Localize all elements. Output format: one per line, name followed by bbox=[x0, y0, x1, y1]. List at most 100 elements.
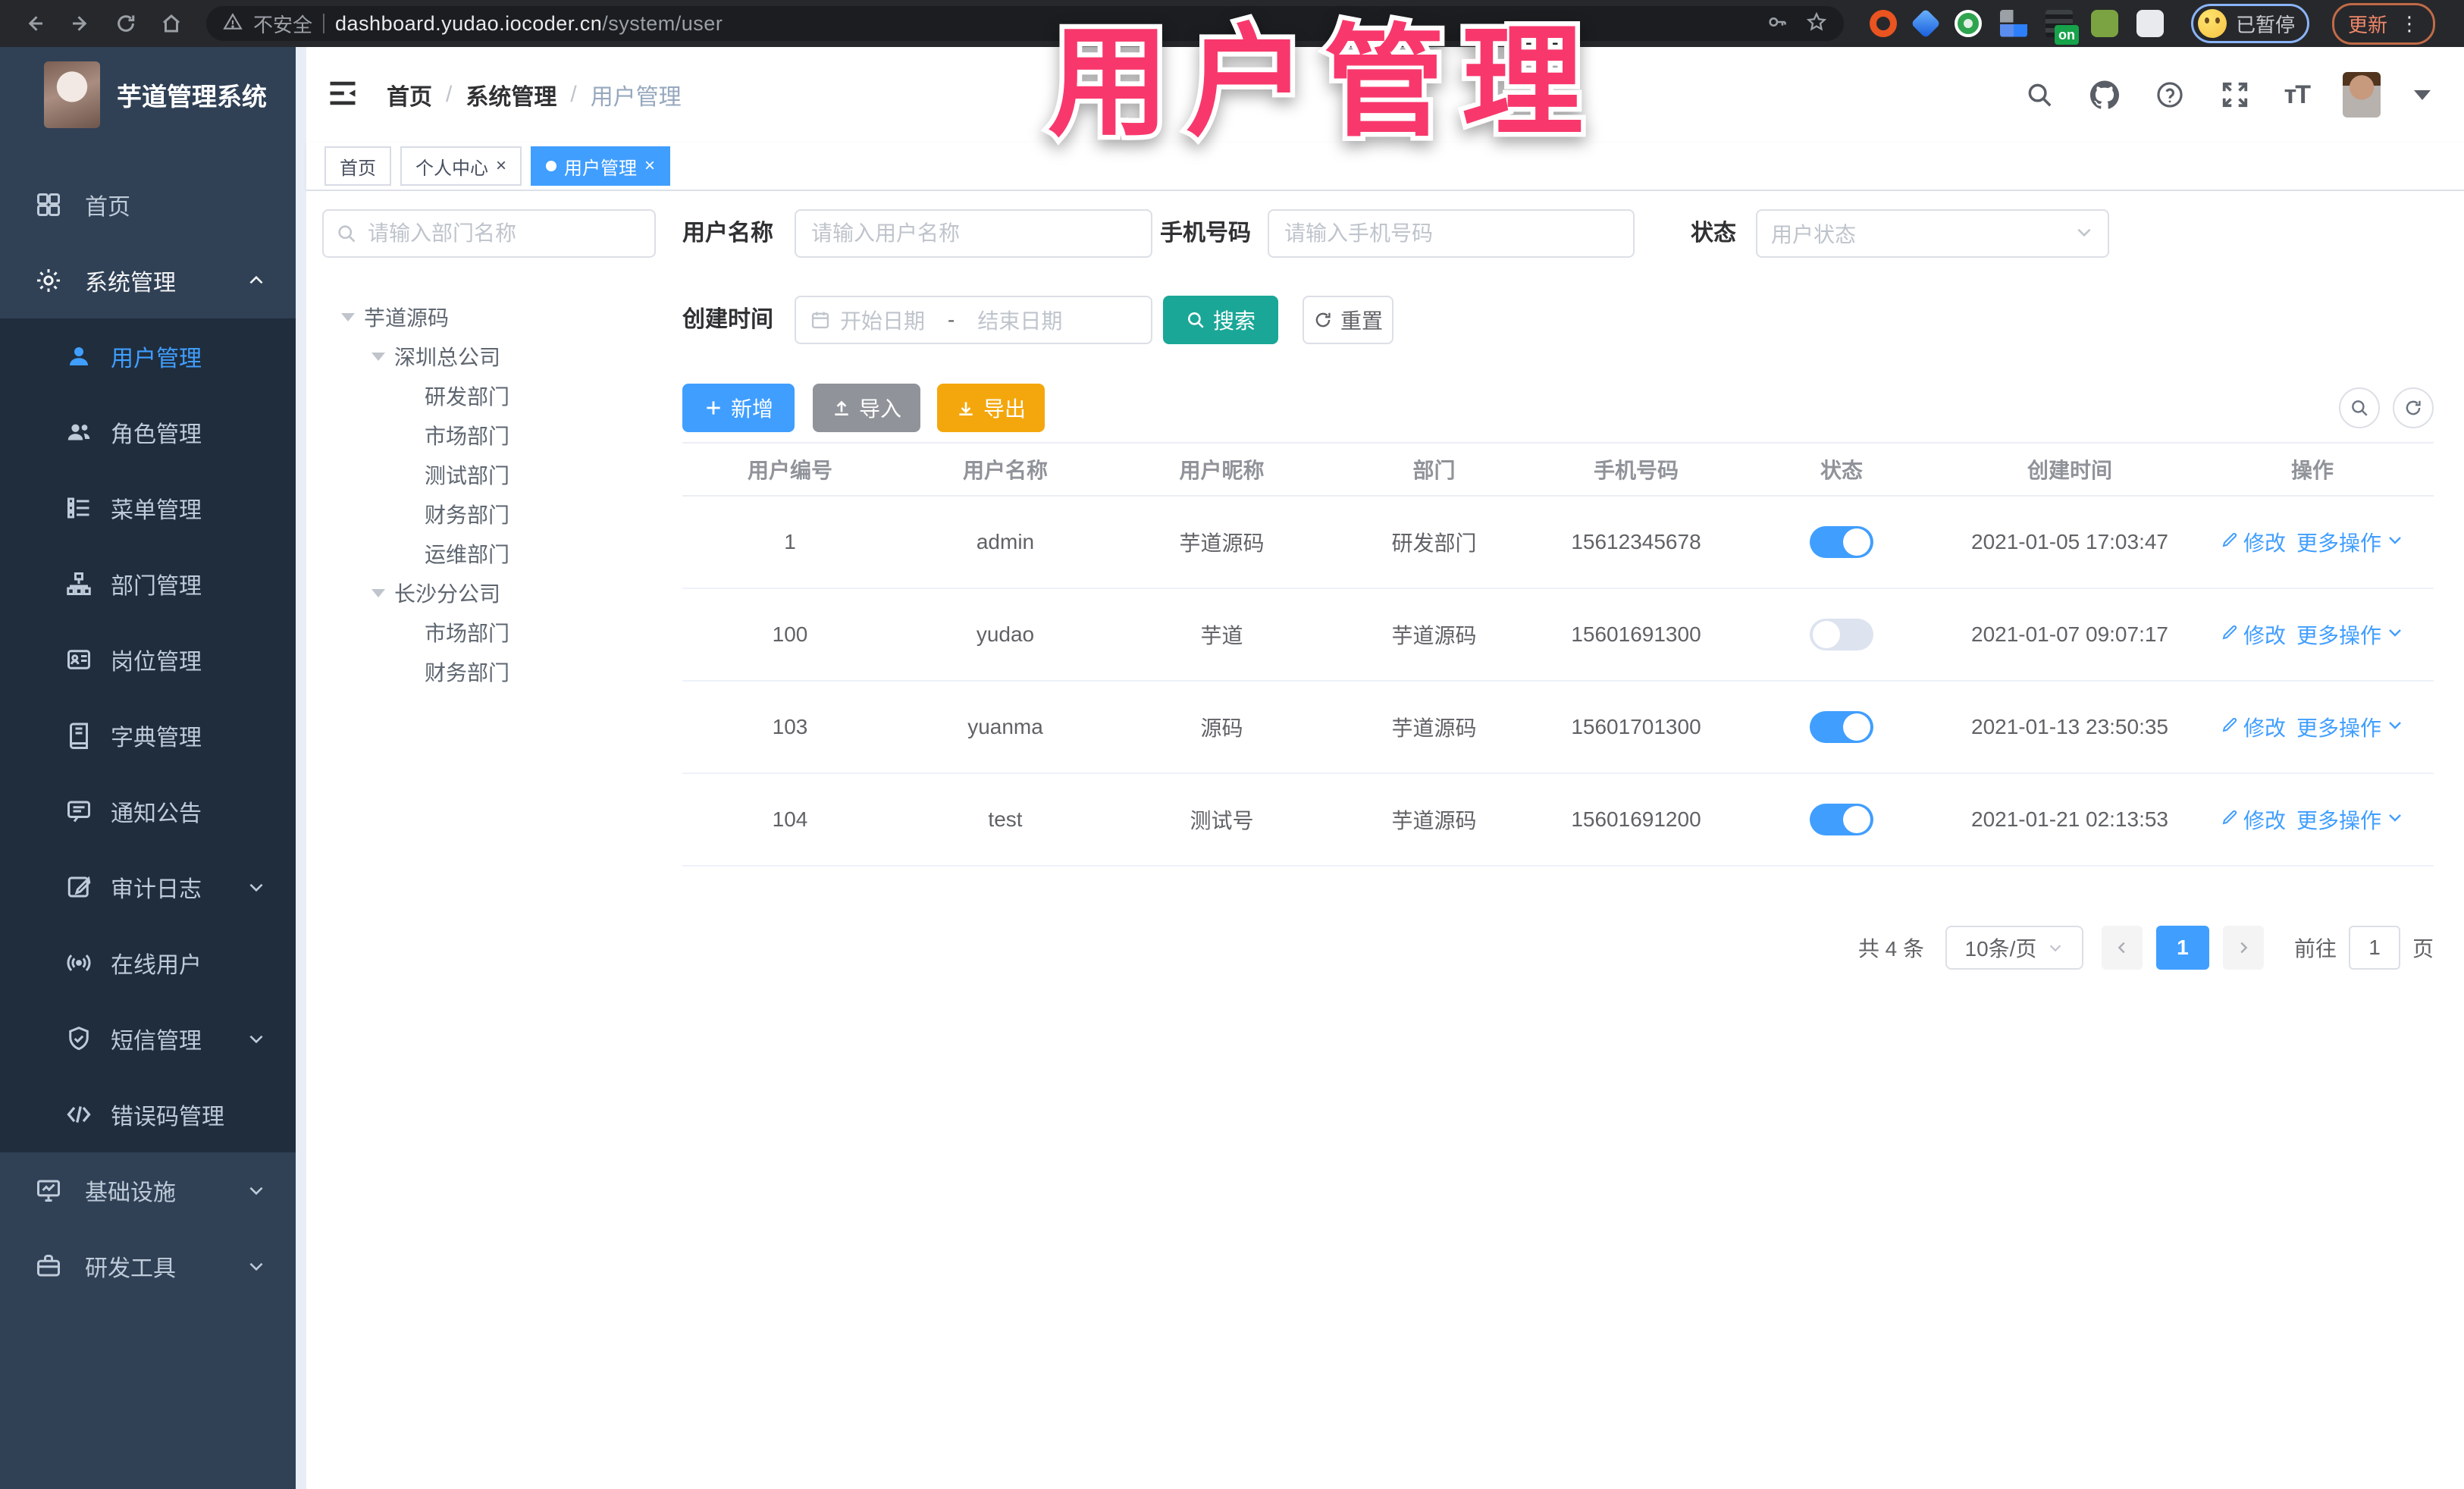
collapse-menu-icon[interactable] bbox=[326, 77, 362, 113]
reset-button[interactable]: 重置 bbox=[1303, 296, 1393, 344]
tree-node[interactable]: 芋道源码 bbox=[341, 297, 667, 337]
breadcrumb-item[interactable]: 系统管理 bbox=[466, 78, 556, 111]
username-field[interactable] bbox=[795, 209, 1152, 258]
avatar-caret-icon[interactable] bbox=[2414, 89, 2431, 100]
sidebar-item-1[interactable]: 系统管理 bbox=[0, 243, 296, 318]
ubuntu-extension-icon[interactable] bbox=[1870, 10, 1897, 37]
bookmark-star-icon[interactable] bbox=[1806, 11, 1827, 36]
more-actions-button[interactable]: 更多操作 bbox=[2296, 804, 2404, 835]
browser-update-button[interactable]: 更新 ⋮ bbox=[2332, 2, 2436, 45]
prev-page-button[interactable] bbox=[2101, 926, 2143, 970]
browser-back-icon[interactable] bbox=[15, 4, 55, 43]
tree-expand-icon[interactable] bbox=[371, 588, 394, 597]
sidebar-item-5[interactable]: 部门管理 bbox=[0, 546, 296, 622]
refresh-round-button[interactable] bbox=[2393, 387, 2434, 428]
user-avatar[interactable] bbox=[2343, 72, 2381, 118]
puzzle-extension-icon[interactable] bbox=[2136, 10, 2164, 37]
sidebar-item-6[interactable]: 岗位管理 bbox=[0, 622, 296, 697]
tree-node[interactable]: 深圳总公司 bbox=[341, 337, 667, 376]
tree-node[interactable]: 市场部门 bbox=[341, 415, 667, 455]
font-size-icon[interactable]: тT bbox=[2284, 80, 2311, 110]
edit-row-button[interactable]: 修改 bbox=[2221, 712, 2286, 742]
show-search-round-button[interactable] bbox=[2339, 387, 2380, 428]
status-select[interactable]: 用户状态 bbox=[1756, 209, 2109, 258]
edit-row-button[interactable]: 修改 bbox=[2221, 619, 2286, 650]
sidebar-item-2[interactable]: 用户管理 bbox=[0, 318, 296, 394]
tree-node[interactable]: 市场部门 bbox=[341, 613, 667, 652]
status-toggle[interactable] bbox=[1810, 804, 1873, 835]
tab-close-icon[interactable]: × bbox=[496, 157, 506, 175]
dept-search-input[interactable] bbox=[366, 221, 642, 246]
cell: 研发部门 bbox=[1391, 531, 1477, 555]
tree-node[interactable]: 长沙分公司 bbox=[341, 573, 667, 613]
password-key-icon[interactable] bbox=[1766, 11, 1788, 36]
export-button[interactable]: 导出 bbox=[937, 384, 1045, 432]
search-button[interactable]: 搜索 bbox=[1163, 296, 1278, 344]
date-range-picker[interactable]: 开始日期 - 结束日期 bbox=[795, 296, 1152, 344]
sidebar-item-4[interactable]: 菜单管理 bbox=[0, 470, 296, 546]
tree-node[interactable]: 财务部门 bbox=[341, 494, 667, 534]
browser-home-icon[interactable] bbox=[152, 4, 191, 43]
dept-search-box[interactable] bbox=[322, 209, 656, 258]
edit-row-button[interactable]: 修改 bbox=[2221, 527, 2286, 557]
tree-node[interactable]: 测试部门 bbox=[341, 455, 667, 494]
download-icon bbox=[959, 402, 973, 415]
app-logo-row[interactable]: 芋道管理系统 bbox=[0, 47, 296, 143]
cell-created: 2021-01-21 02:13:53 bbox=[1971, 807, 2168, 831]
address-bar[interactable]: 不安全 dashboard.yudao.iocoder.cn/system/us… bbox=[206, 6, 1844, 41]
tab-1[interactable]: 个人中心 × bbox=[400, 146, 522, 186]
next-page-button[interactable] bbox=[2222, 926, 2264, 970]
browser-forward-icon[interactable] bbox=[61, 4, 100, 43]
breadcrumb-item[interactable]: 首页 bbox=[387, 78, 432, 111]
breadcrumb-item: 用户管理 bbox=[590, 85, 682, 110]
tree-node[interactable]: 财务部门 bbox=[341, 652, 667, 691]
tree-node[interactable]: 运维部门 bbox=[341, 534, 667, 573]
tree-node[interactable]: 研发部门 bbox=[341, 376, 667, 415]
tab-2[interactable]: 用户管理 × bbox=[531, 146, 671, 186]
more-actions-button[interactable]: 更多操作 bbox=[2296, 527, 2404, 557]
import-button[interactable]: 导入 bbox=[813, 384, 920, 432]
edit-row-button[interactable]: 修改 bbox=[2221, 804, 2286, 835]
fullscreen-icon[interactable] bbox=[2219, 79, 2251, 111]
status-toggle[interactable] bbox=[1810, 711, 1873, 743]
green-circle-extension-icon[interactable] bbox=[1955, 10, 1982, 37]
sidebar-item-12[interactable]: 错误码管理 bbox=[0, 1077, 296, 1152]
edit-label: 修改 bbox=[2243, 809, 2286, 832]
breadcrumb-separator: / bbox=[570, 82, 577, 107]
tab-close-icon[interactable]: × bbox=[644, 157, 655, 175]
sidebar-item-11[interactable]: 短信管理 bbox=[0, 1001, 296, 1077]
green-key-extension-icon[interactable] bbox=[2091, 10, 2118, 37]
mobile-field[interactable] bbox=[1268, 209, 1635, 258]
search-icon[interactable] bbox=[2024, 79, 2055, 111]
gem-extension-icon[interactable] bbox=[1911, 8, 1941, 39]
browser-menu-icon[interactable]: ⋮ bbox=[2400, 14, 2419, 33]
more-actions-button[interactable]: 更多操作 bbox=[2296, 712, 2404, 742]
page-size-select[interactable]: 10条/页 bbox=[1945, 926, 2083, 970]
tab-0[interactable]: 首页 bbox=[324, 146, 391, 186]
current-page-button[interactable]: 1 bbox=[2155, 926, 2209, 970]
browser-reload-icon[interactable] bbox=[106, 4, 146, 43]
sidebar-item-0[interactable]: 首页 bbox=[0, 167, 296, 243]
browser-profile-button[interactable]: 已暂停 bbox=[2191, 4, 2310, 43]
sidebar-scrollbar[interactable] bbox=[296, 47, 306, 1489]
tree-expand-icon[interactable] bbox=[341, 312, 364, 321]
github-icon[interactable] bbox=[2089, 79, 2121, 111]
switch-extension-icon[interactable]: on bbox=[2045, 10, 2079, 45]
sidebar-item-8[interactable]: 通知公告 bbox=[0, 773, 296, 849]
help-icon[interactable] bbox=[2154, 79, 2186, 111]
more-actions-button[interactable]: 更多操作 bbox=[2296, 619, 2404, 650]
sidebar-item-3[interactable]: 角色管理 bbox=[0, 394, 296, 470]
grid-extension-icon[interactable] bbox=[2000, 10, 2027, 37]
goto-page-input[interactable] bbox=[2348, 926, 2400, 970]
tree-expand-icon[interactable] bbox=[371, 352, 394, 361]
sidebar-item-14[interactable]: 研发工具 bbox=[0, 1228, 296, 1304]
mobile-input[interactable] bbox=[1283, 221, 1619, 246]
sidebar-item-10[interactable]: 在线用户 bbox=[0, 925, 296, 1001]
add-button[interactable]: 新增 bbox=[682, 384, 795, 432]
sidebar-item-13[interactable]: 基础设施 bbox=[0, 1152, 296, 1228]
status-toggle[interactable] bbox=[1810, 526, 1873, 558]
status-toggle[interactable] bbox=[1810, 619, 1873, 650]
sidebar-item-9[interactable]: 审计日志 bbox=[0, 849, 296, 925]
username-input[interactable] bbox=[810, 221, 1137, 246]
sidebar-item-7[interactable]: 字典管理 bbox=[0, 697, 296, 773]
